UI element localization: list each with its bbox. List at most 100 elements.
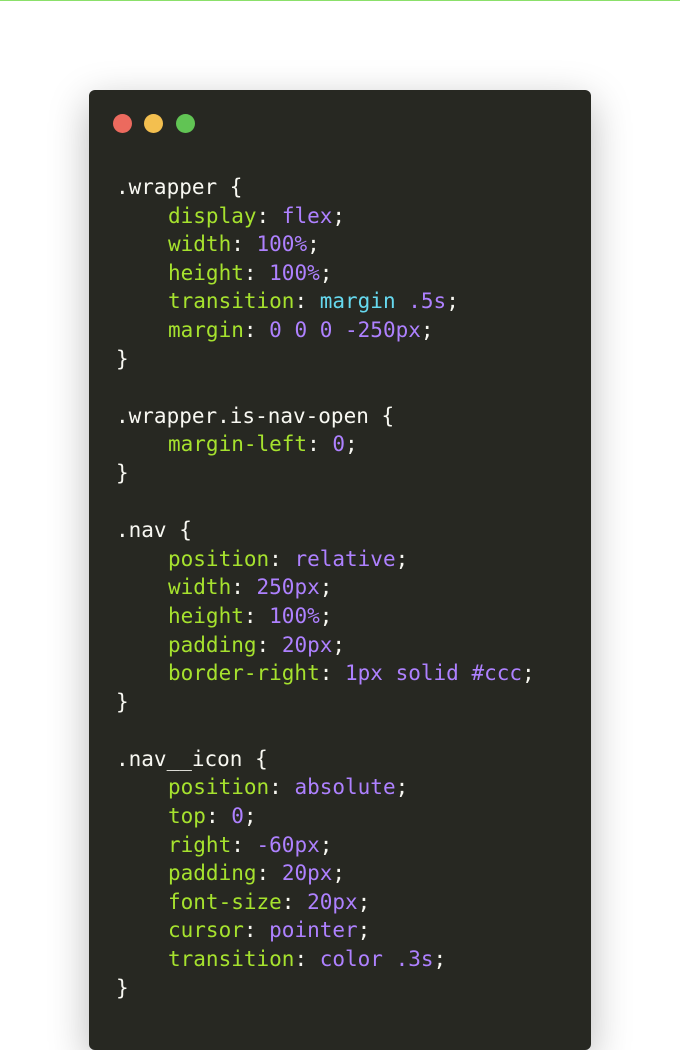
maximize-dot-icon[interactable] xyxy=(176,114,195,133)
css-property: margin xyxy=(168,317,244,342)
colon: : xyxy=(243,260,270,285)
semicolon: ; xyxy=(243,804,257,829)
semicolon: ; xyxy=(319,832,333,857)
semicolon: ; xyxy=(395,775,409,800)
colon: : xyxy=(269,546,295,571)
declaration-line: width: 250px; xyxy=(116,573,535,602)
semicolon: ; xyxy=(332,861,346,886)
css-property: right xyxy=(168,832,232,857)
css-value: .5s xyxy=(408,289,447,314)
semicolon: ; xyxy=(332,203,346,228)
declaration-line: padding: 20px; xyxy=(116,631,535,660)
top-accent-line xyxy=(0,0,680,1)
css-value: 0 xyxy=(231,804,244,829)
css-property: width xyxy=(168,575,232,600)
semicolon: ; xyxy=(307,232,320,257)
css-value: absolute xyxy=(294,775,396,800)
css-value: 1px solid #ccc xyxy=(345,661,523,686)
css-property: height xyxy=(168,603,244,628)
colon: : xyxy=(243,317,270,342)
colon: : xyxy=(294,947,320,972)
colon: : xyxy=(307,432,333,457)
css-value: pointer xyxy=(269,918,358,943)
css-selector: .nav__icon xyxy=(116,746,243,771)
css-value: 20px xyxy=(281,632,333,657)
semicolon: ; xyxy=(319,575,333,600)
css-property: cursor xyxy=(168,918,244,943)
open-brace: { xyxy=(166,518,192,543)
selector-line: .nav__icon { xyxy=(116,745,535,774)
declaration-line: transition: margin .5s; xyxy=(116,287,535,316)
css-value: 100% xyxy=(256,232,308,257)
colon: : xyxy=(231,575,257,600)
css-value: 100% xyxy=(269,260,320,285)
declaration-line: height: 100%; xyxy=(116,259,535,288)
selector-line: .wrapper.is-nav-open { xyxy=(116,402,535,431)
close-brace: } xyxy=(116,346,129,371)
declaration-line: margin-left: 0; xyxy=(116,430,535,459)
declaration-line: height: 100%; xyxy=(116,602,535,631)
colon: : xyxy=(269,775,295,800)
closing-line: } xyxy=(116,688,535,717)
css-property: transition xyxy=(168,289,295,314)
closing-line: } xyxy=(116,459,535,488)
declaration-line: display: flex; xyxy=(116,202,535,231)
semicolon: ; xyxy=(332,632,346,657)
code-block: .wrapper {display: flex; width: 100%; heig… xyxy=(116,173,535,1002)
code-window: .wrapper {display: flex; width: 100%; heig… xyxy=(89,90,591,1050)
declaration-line: position: absolute; xyxy=(116,773,535,802)
selector-line: .wrapper { xyxy=(116,173,535,202)
css-property: margin-left xyxy=(168,432,308,457)
css-property: padding xyxy=(168,632,257,657)
css-value: 250px xyxy=(256,575,320,600)
css-property: display xyxy=(168,203,257,228)
colon: : xyxy=(294,289,320,314)
declaration-line: cursor: pointer; xyxy=(116,916,535,945)
css-property: width xyxy=(168,232,232,257)
css-value: flex xyxy=(281,203,333,228)
colon: : xyxy=(231,232,257,257)
closing-line: } xyxy=(116,974,535,1003)
semicolon: ; xyxy=(420,317,434,342)
css-selector: .nav xyxy=(116,518,167,543)
minimize-dot-icon[interactable] xyxy=(144,114,163,133)
close-dot-icon[interactable] xyxy=(113,114,132,133)
colon: : xyxy=(243,603,270,628)
css-value: 0 xyxy=(332,432,346,457)
open-brace: { xyxy=(242,746,268,771)
declaration-line: font-size: 20px; xyxy=(116,888,535,917)
semicolon: ; xyxy=(357,918,371,943)
declaration-line: margin: 0 0 0 -250px; xyxy=(116,316,535,345)
css-value-keyword: margin xyxy=(319,289,396,314)
declaration-line: position: relative; xyxy=(116,545,535,574)
css-property: top xyxy=(168,804,206,829)
declaration-line: transition: color .3s; xyxy=(116,945,535,974)
colon: : xyxy=(243,918,270,943)
open-brace: { xyxy=(217,175,243,199)
declaration-line: width: 100%; xyxy=(116,230,535,259)
colon: : xyxy=(281,889,308,914)
semicolon: ; xyxy=(319,260,333,285)
close-brace: } xyxy=(116,689,129,714)
closing-line: } xyxy=(116,345,535,374)
css-property: border-right xyxy=(168,661,320,686)
css-value: color .3s xyxy=(319,947,434,972)
colon: : xyxy=(256,203,282,228)
css-value: -60px xyxy=(256,832,320,857)
css-property: position xyxy=(168,775,270,800)
colon: : xyxy=(256,632,282,657)
colon: : xyxy=(205,804,232,829)
css-property: font-size xyxy=(168,889,282,914)
css-value: relative xyxy=(294,546,396,571)
colon: : xyxy=(231,832,257,857)
semicolon: ; xyxy=(433,947,447,972)
close-brace: } xyxy=(116,975,129,1000)
css-value: 20px xyxy=(281,861,333,886)
css-property: transition xyxy=(168,947,295,972)
semicolon: ; xyxy=(522,661,535,686)
declaration-line: right: -60px; xyxy=(116,831,535,860)
